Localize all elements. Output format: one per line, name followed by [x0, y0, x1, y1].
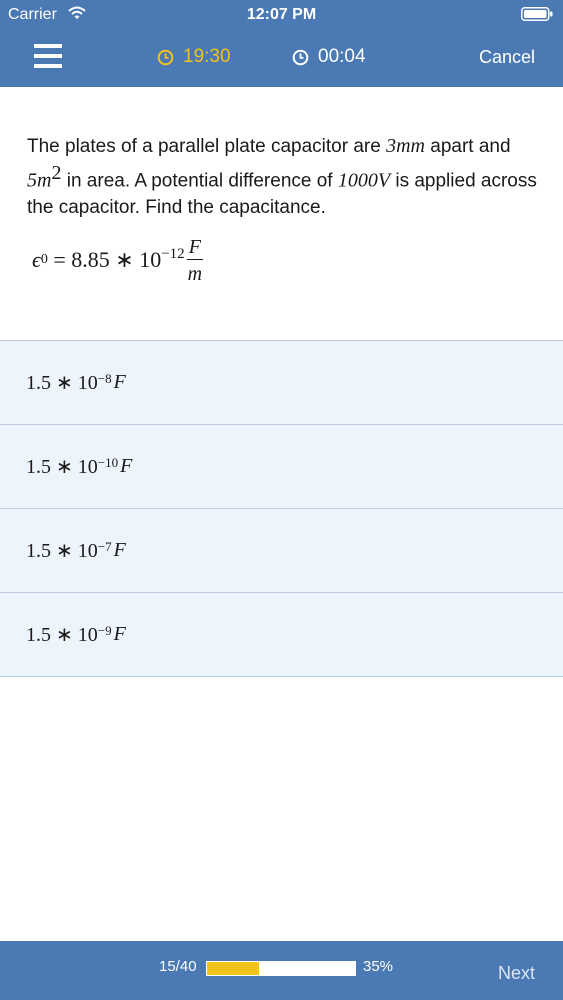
battery-icon: [521, 7, 553, 21]
menu-button[interactable]: [34, 44, 62, 68]
cancel-button[interactable]: Cancel: [479, 47, 535, 68]
time-remaining-value: 19:30: [183, 46, 231, 67]
top-bar: Carrier 12:07 PM 19:30 00:04 Cancel: [0, 0, 563, 87]
time-elapsed-value: 00:04: [318, 46, 366, 67]
answer-option[interactable]: 1.5 ∗ 10 −10 F: [0, 424, 563, 508]
time-elapsed: 00:04: [292, 46, 366, 68]
progress-fill: [207, 962, 259, 975]
progress-count: 15/40: [159, 958, 197, 975]
clock-icon: [292, 49, 309, 65]
answer-option[interactable]: 1.5 ∗ 10 −8 F: [0, 340, 563, 424]
clock-icon: [157, 49, 174, 65]
hamburger-menu-icon: [34, 44, 62, 48]
bottom-bar: 15/40 35% Next: [0, 941, 563, 1000]
progress-percent: 35%: [363, 958, 394, 975]
time-remaining: 19:30: [157, 46, 231, 68]
answer-options: 1.5 ∗ 10 −8 F 1.5 ∗ 10 −10 F 1.5 ∗ 10 −7 F 1.5…: [0, 340, 563, 677]
question-formula: ϵ0 = 8.85 ∗ 10 −12 F m: [32, 235, 203, 285]
answer-option[interactable]: 1.5 ∗ 10 −7 F: [0, 508, 563, 592]
formula-fraction: F m: [186, 235, 203, 285]
next-button[interactable]: Next: [498, 963, 535, 984]
answer-option[interactable]: 1.5 ∗ 10 −9 F: [0, 592, 563, 677]
status-time: 12:07 PM: [246, 6, 317, 23]
question-text: The plates of a parallel plate capacitor…: [27, 135, 537, 219]
progress-bar: [206, 961, 356, 976]
